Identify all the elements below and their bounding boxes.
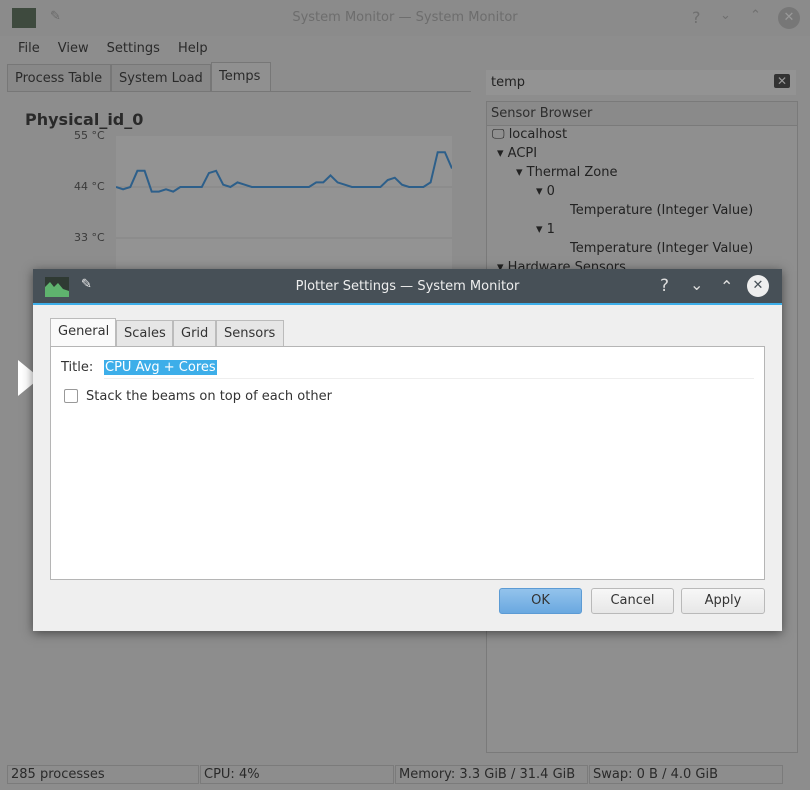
tab-process-table[interactable]: Process Table (7, 64, 111, 92)
sensor-browser-header: Sensor Browser (487, 102, 797, 126)
stack-beams-label[interactable]: Stack the beams on top of each other (86, 389, 332, 404)
menu-view[interactable]: View (58, 38, 89, 56)
y-tick: 55 °C (74, 129, 105, 142)
sensor-search-input[interactable]: temp ✕ (486, 70, 796, 95)
minimize-icon[interactable]: ⌄ (720, 8, 731, 23)
plot-title: Physical_id_0 (25, 110, 144, 129)
main-titlebar: ✎ System Monitor — System Monitor ? ⌄ ⌃ … (0, 0, 810, 36)
tab-temps[interactable]: Temps (211, 62, 271, 92)
status-swap: Swap: 0 B / 4.0 GiB (589, 765, 783, 784)
status-processes: 285 processes (7, 765, 199, 784)
apply-button[interactable]: Apply (681, 588, 765, 614)
stack-beams-checkbox[interactable] (64, 389, 78, 403)
title-input-value: CPU Avg + Cores (104, 360, 217, 375)
status-cpu: CPU: 4% (200, 765, 394, 784)
window-title: System Monitor — System Monitor (292, 10, 518, 25)
dialog-titlebar: ✎ Plotter Settings — System Monitor ? ⌄ … (33, 269, 782, 305)
menubar: File View Settings Help (0, 38, 810, 62)
computer-icon: 🖵 (492, 127, 505, 142)
tree-item-acpi[interactable]: ▾ ACPI (497, 146, 537, 161)
tab-general[interactable]: General (50, 318, 116, 348)
help-icon[interactable]: ? (660, 276, 669, 296)
maximize-icon[interactable]: ⌃ (720, 277, 733, 296)
title-label: Title: (61, 360, 94, 375)
close-icon[interactable]: ✕ (778, 7, 800, 29)
cancel-button[interactable]: Cancel (591, 588, 674, 614)
tree-item-localhost[interactable]: 🖵 localhost (492, 127, 567, 142)
maximize-icon[interactable]: ⌃ (750, 8, 761, 23)
tree-item-zone-1[interactable]: ▾ 1 (536, 222, 555, 237)
tree-item-temperature[interactable]: Temperature (Integer Value) (570, 203, 753, 218)
tab-scales[interactable]: Scales (116, 320, 173, 347)
clear-icon[interactable]: ✕ (773, 74, 790, 88)
plot-background (116, 136, 452, 276)
menu-file[interactable]: File (18, 38, 40, 56)
tree-item-thermal-zone[interactable]: ▾ Thermal Zone (516, 165, 617, 180)
tree-item-temperature[interactable]: Temperature (Integer Value) (570, 241, 753, 256)
tree-item-zone-0[interactable]: ▾ 0 (536, 184, 555, 199)
title-input[interactable]: CPU Avg + Cores (104, 357, 754, 379)
plotter-settings-dialog: ✎ Plotter Settings — System Monitor ? ⌄ … (33, 269, 782, 631)
status-memory: Memory: 3.3 GiB / 31.4 GiB (395, 765, 588, 784)
tab-system-load[interactable]: System Load (111, 64, 211, 92)
dialog-title: Plotter Settings — System Monitor (295, 279, 520, 294)
status-bar: 285 processes CPU: 4% Memory: 3.3 GiB / … (0, 763, 810, 785)
tab-grid[interactable]: Grid (173, 320, 216, 347)
temperature-plot (116, 136, 452, 276)
help-icon[interactable]: ? (692, 8, 701, 27)
tab-divider (271, 91, 471, 92)
close-icon[interactable]: ✕ (747, 275, 769, 297)
menu-settings[interactable]: Settings (107, 38, 160, 56)
tab-sensors[interactable]: Sensors (216, 320, 284, 347)
minimize-icon[interactable]: ⌄ (690, 275, 703, 294)
general-panel: Title: CPU Avg + Cores Stack the beams o… (50, 346, 765, 580)
menu-help[interactable]: Help (178, 38, 208, 56)
ok-button[interactable]: OK (499, 588, 582, 614)
y-tick: 44 °C (74, 180, 105, 193)
search-value: temp (491, 75, 526, 90)
y-tick: 33 °C (74, 231, 105, 244)
